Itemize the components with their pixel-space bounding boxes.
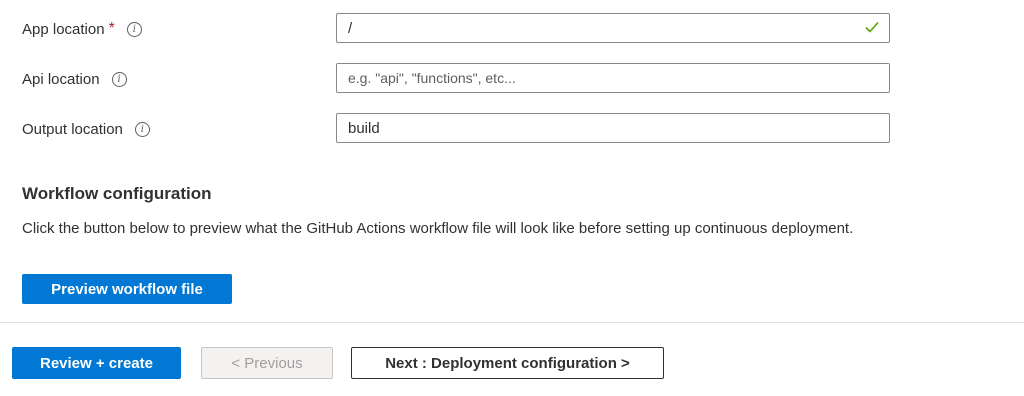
preview-workflow-button[interactable]: Preview workflow file bbox=[22, 274, 232, 304]
api-location-placeholder: e.g. "api", "functions", etc... bbox=[348, 70, 516, 86]
output-location-label: Output location bbox=[22, 120, 123, 138]
workflow-description: Click the button below to preview what t… bbox=[22, 220, 854, 237]
api-location-label: Api location bbox=[22, 70, 100, 88]
info-icon[interactable]: i bbox=[134, 121, 150, 137]
footer-divider bbox=[0, 322, 1024, 323]
api-location-label-row: Api location i bbox=[22, 64, 127, 94]
workflow-section-title: Workflow configuration bbox=[22, 184, 212, 203]
required-marker: * bbox=[108, 20, 115, 37]
app-location-label-row: App location * i bbox=[22, 14, 142, 44]
next-deployment-configuration-button[interactable]: Next : Deployment configuration > bbox=[351, 347, 664, 379]
app-location-value: / bbox=[348, 19, 353, 37]
api-location-input[interactable]: e.g. "api", "functions", etc... bbox=[336, 63, 890, 93]
checkmark-icon bbox=[865, 21, 879, 33]
review-create-button[interactable]: Review + create bbox=[12, 347, 181, 379]
info-icon[interactable]: i bbox=[126, 21, 142, 37]
previous-button[interactable]: < Previous bbox=[201, 347, 333, 379]
app-location-input[interactable]: / bbox=[336, 13, 890, 43]
output-location-value: build bbox=[348, 119, 380, 137]
info-icon[interactable]: i bbox=[111, 71, 127, 87]
output-location-label-row: Output location i bbox=[22, 114, 150, 144]
output-location-input[interactable]: build bbox=[336, 113, 890, 143]
app-location-label: App location bbox=[22, 20, 105, 38]
